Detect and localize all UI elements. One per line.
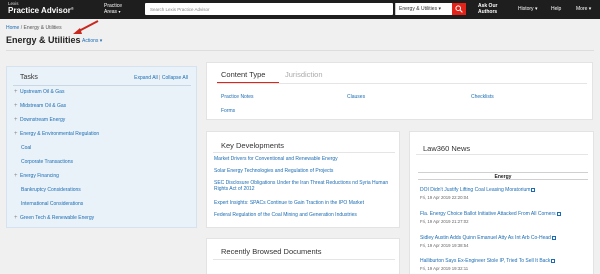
- task-label: Energy & Environmental Regulation: [20, 131, 100, 137]
- key-development-link[interactable]: Solar Energy Technologies and Regulation…: [214, 168, 394, 174]
- breadcrumb-separator: /: [20, 25, 23, 31]
- key-development-link[interactable]: Expert Insights: SPACs Continue to Gain …: [214, 200, 394, 206]
- checklists-link[interactable]: Checklists: [471, 94, 494, 100]
- more-menu[interactable]: More ▾: [576, 6, 591, 12]
- clauses-link[interactable]: Clauses: [347, 94, 365, 100]
- history-label: History: [518, 6, 534, 12]
- news-date: Fri, 19 Apr 2019 19:38:54: [420, 243, 469, 248]
- news-headline-text: DOI Didn't Justify Lifting Coal Leasing …: [420, 187, 531, 193]
- task-label: Coal: [21, 145, 32, 151]
- task-item[interactable]: + Midstream Oil & Gas: [14, 103, 66, 109]
- task-item[interactable]: + Upstream Oil & Gas: [14, 89, 64, 95]
- chevron-down-icon: ▾: [534, 6, 538, 12]
- tab-content-type[interactable]: Content Type: [221, 70, 265, 79]
- content-type-panel: Content Type Jurisdiction Practice Notes…: [206, 62, 593, 120]
- brand-main-text: Practice Advisor: [8, 5, 71, 15]
- actions-menu[interactable]: Actions ▾: [82, 38, 102, 44]
- practice-areas-menu[interactable]: Practice Areas ▾: [104, 3, 122, 15]
- task-item[interactable]: + Energy Financing: [14, 173, 59, 179]
- chevron-down-icon: ▾: [118, 9, 121, 14]
- key-developments-title: Key Developments: [221, 141, 284, 150]
- news-headline-link[interactable]: Halliburton Says Ex-Engineer Stole IP, T…: [420, 258, 556, 264]
- key-development-link[interactable]: Market Drivers for Conventional and Rene…: [214, 156, 394, 162]
- ask-label-line2: Authors: [478, 9, 498, 15]
- practice-areas-label-line2: Areas: [104, 9, 118, 15]
- task-item[interactable]: + Downstream Energy: [14, 117, 65, 123]
- task-label: Corporate Transactions: [21, 159, 73, 165]
- breadcrumb-home-link[interactable]: Home: [6, 25, 19, 31]
- tasks-title: Tasks: [20, 74, 38, 81]
- task-label: Energy Financing: [20, 173, 59, 179]
- header-divider: [6, 50, 594, 51]
- task-item[interactable]: Bankruptcy Considerations: [21, 187, 81, 193]
- task-label: Downstream Energy: [20, 117, 66, 123]
- tasks-expand-collapse: Expand All | Collapse All: [134, 75, 188, 81]
- key-developments-panel: Key Developments Market Drivers for Conv…: [206, 131, 400, 228]
- task-item[interactable]: + Energy & Environmental Regulation: [14, 131, 99, 137]
- search-scope-label: Energy & Utilities: [399, 6, 438, 12]
- search-icon: [455, 5, 463, 13]
- external-link-icon: [551, 235, 556, 240]
- chevron-down-icon: ▾: [588, 6, 592, 12]
- expand-all-link[interactable]: Expand All: [134, 75, 158, 81]
- brand-registered-mark: ®: [70, 5, 74, 11]
- law360-news-panel: Law360 News Energy DOI Didn't Justify Li…: [409, 131, 594, 274]
- news-title: Law360 News: [423, 144, 471, 153]
- ask-our-authors-link[interactable]: Ask Our Authors: [478, 3, 497, 15]
- news-headline-link[interactable]: DOI Didn't Justify Lifting Coal Leasing …: [420, 187, 536, 193]
- tasks-panel: Tasks Expand All | Collapse All + Upstrea…: [6, 66, 197, 228]
- news-headline-link[interactable]: Fla. Energy Choice Ballot Initiative Att…: [420, 211, 561, 217]
- breadcrumb: Home / Energy & Utilities: [6, 25, 62, 31]
- task-label: International Considerations: [21, 201, 84, 207]
- tasks-divider: [13, 85, 191, 86]
- key-development-link[interactable]: SEC Disclosure Obligations Under the Ira…: [214, 180, 394, 192]
- section-divider: [213, 259, 395, 260]
- section-divider: [416, 154, 588, 155]
- external-link-icon: [551, 258, 556, 263]
- breadcrumb-current: Energy & Utilities: [23, 25, 62, 31]
- tab-jurisdiction[interactable]: Jurisdiction: [285, 70, 323, 79]
- news-headline-text: Sidley Austin Adds Quinn Emanuel Atty As…: [420, 235, 551, 241]
- external-link-icon: [556, 211, 561, 216]
- recently-browsed-title: Recently Browsed Documents: [221, 247, 322, 256]
- news-date: Fri, 19 Apr 2019 21:27:02: [420, 219, 469, 224]
- news-headline-link[interactable]: Sidley Austin Adds Quinn Emanuel Atty As…: [420, 235, 556, 241]
- more-label: More: [576, 6, 588, 12]
- collapse-all-link[interactable]: Collapse All: [162, 75, 188, 81]
- page-title: Energy & Utilities: [6, 35, 81, 45]
- recently-browsed-panel: Recently Browsed Documents: [206, 238, 400, 274]
- brand-logo[interactable]: Lexis Practice Advisor®: [8, 1, 74, 15]
- forms-link[interactable]: Forms: [221, 108, 235, 114]
- search-scope-select[interactable]: Energy & Utilities ▾: [395, 3, 452, 15]
- search-box: [145, 3, 393, 15]
- task-item[interactable]: Coal: [21, 145, 31, 151]
- help-link[interactable]: Help: [551, 6, 561, 12]
- key-development-link[interactable]: Federal Regulation of the Coal Mining an…: [214, 212, 394, 218]
- tab-divider: [217, 83, 587, 84]
- news-headline-text: Halliburton Says Ex-Engineer Stole IP, T…: [420, 258, 551, 264]
- task-label: Upstream Oil & Gas: [20, 89, 65, 95]
- history-menu[interactable]: History ▾: [518, 6, 537, 12]
- task-item[interactable]: Corporate Transactions: [21, 159, 73, 165]
- task-item[interactable]: International Considerations: [21, 201, 83, 207]
- news-date: Fri, 19 Apr 2019 22:20:04: [420, 195, 469, 200]
- search-button[interactable]: [452, 3, 466, 15]
- chevron-down-icon: ▾: [438, 6, 441, 12]
- chevron-down-icon: ▾: [99, 38, 103, 44]
- task-item[interactable]: + Green Tech & Renewable Energy: [14, 215, 94, 221]
- task-label: Bankruptcy Considerations: [21, 187, 81, 193]
- news-date: Fri, 19 Apr 2019 19:32:11: [420, 266, 469, 271]
- section-divider: [213, 152, 395, 153]
- link-separator: |: [159, 75, 161, 81]
- task-label: Green Tech & Renewable Energy: [20, 215, 95, 221]
- practice-notes-link[interactable]: Practice Notes: [221, 94, 254, 100]
- actions-label: Actions: [82, 38, 99, 44]
- task-label: Midstream Oil & Gas: [20, 103, 67, 109]
- search-input[interactable]: [145, 3, 393, 15]
- news-headline-text: Fla. Energy Choice Ballot Initiative Att…: [420, 211, 556, 217]
- tab-energy[interactable]: Energy: [418, 172, 588, 180]
- external-link-icon: [531, 187, 536, 192]
- top-nav-bar: Lexis Practice Advisor® Practice Areas ▾…: [0, 0, 600, 19]
